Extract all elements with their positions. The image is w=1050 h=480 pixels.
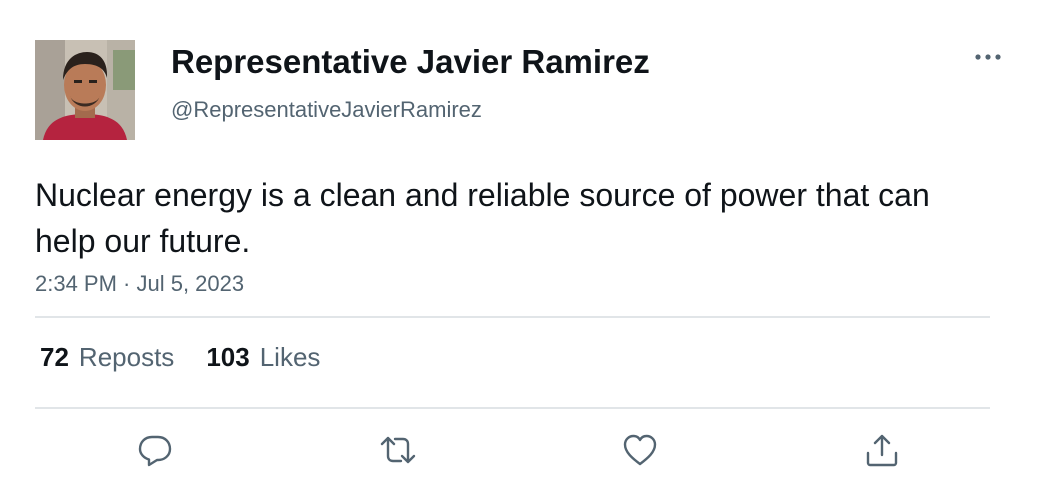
repost-icon: [379, 432, 417, 468]
reply-button[interactable]: [135, 430, 175, 470]
like-button[interactable]: [620, 430, 660, 470]
tweet-card: Representative Javier Ramirez @Represent…: [0, 0, 1050, 480]
share-button[interactable]: [862, 430, 902, 470]
share-icon: [864, 432, 900, 468]
avatar[interactable]: [35, 40, 135, 140]
tweet-text: Nuclear energy is a clean and reliable s…: [35, 177, 930, 259]
reposts-stat[interactable]: 72 Reposts: [40, 342, 174, 373]
reposts-label: Reposts: [78, 342, 175, 372]
divider: [35, 407, 990, 409]
author-display-name[interactable]: Representative Javier Ramirez: [171, 43, 650, 81]
more-options-button[interactable]: [968, 42, 1008, 72]
divider: [35, 316, 990, 318]
author-handle[interactable]: @RepresentativeJavierRamirez: [171, 97, 482, 123]
reply-icon: [137, 432, 173, 468]
likes-stat[interactable]: 103 Likes: [206, 342, 320, 373]
ellipsis-icon: [973, 53, 1003, 61]
engagement-stats: 72 Reposts 103 Likes: [40, 342, 320, 373]
heart-icon: [622, 433, 658, 467]
likes-label: Likes: [259, 342, 321, 372]
tweet-timestamp[interactable]: 2:34 PM · Jul 5, 2023: [35, 271, 244, 297]
repost-button[interactable]: [378, 430, 418, 470]
reposts-count: 72: [40, 342, 69, 372]
likes-count: 103: [206, 342, 250, 372]
